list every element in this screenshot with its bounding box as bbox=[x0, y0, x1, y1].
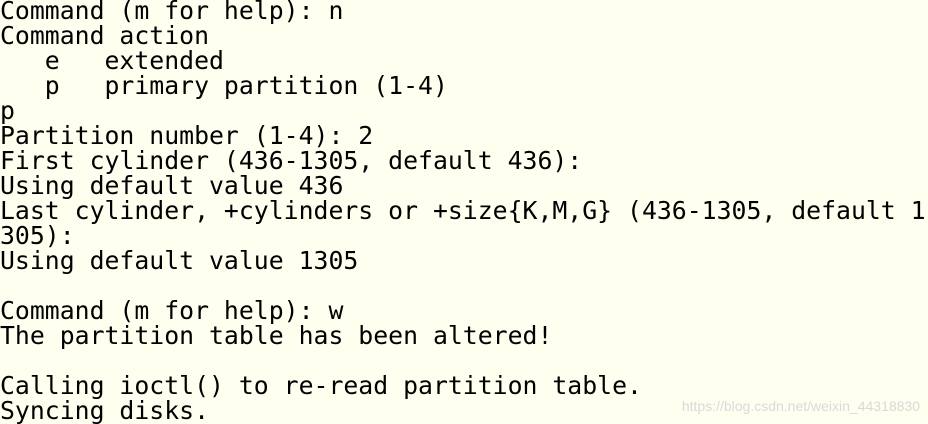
terminal-line: p primary partition (1-4) bbox=[0, 71, 448, 100]
terminal-line: The partition table has been altered! bbox=[0, 321, 553, 350]
terminal-line: p bbox=[0, 96, 15, 125]
terminal-line: Command (m for help): n bbox=[0, 0, 344, 25]
terminal-line: e extended bbox=[0, 46, 224, 75]
terminal-line: Last cylinder, +cylinders or +size{K,M,G… bbox=[0, 196, 926, 225]
terminal-line: Command action bbox=[0, 21, 210, 50]
terminal-line: Command (m for help): w bbox=[0, 296, 344, 325]
terminal-line: Syncing disks. bbox=[0, 396, 210, 424]
watermark-text: https://blog.csdn.net/weixin_44318830 bbox=[681, 398, 920, 414]
terminal-line: Using default value 1305 bbox=[0, 246, 359, 275]
terminal-output[interactable]: Command (m for help): n Command action e… bbox=[0, 0, 928, 424]
terminal-line: First cylinder (436-1305, default 436): bbox=[0, 146, 583, 175]
terminal-line: Partition number (1-4): 2 bbox=[0, 121, 374, 150]
terminal-line: 305): bbox=[0, 221, 75, 250]
terminal-line: Using default value 436 bbox=[0, 171, 344, 200]
terminal-line: Calling ioctl() to re-read partition tab… bbox=[0, 371, 642, 400]
